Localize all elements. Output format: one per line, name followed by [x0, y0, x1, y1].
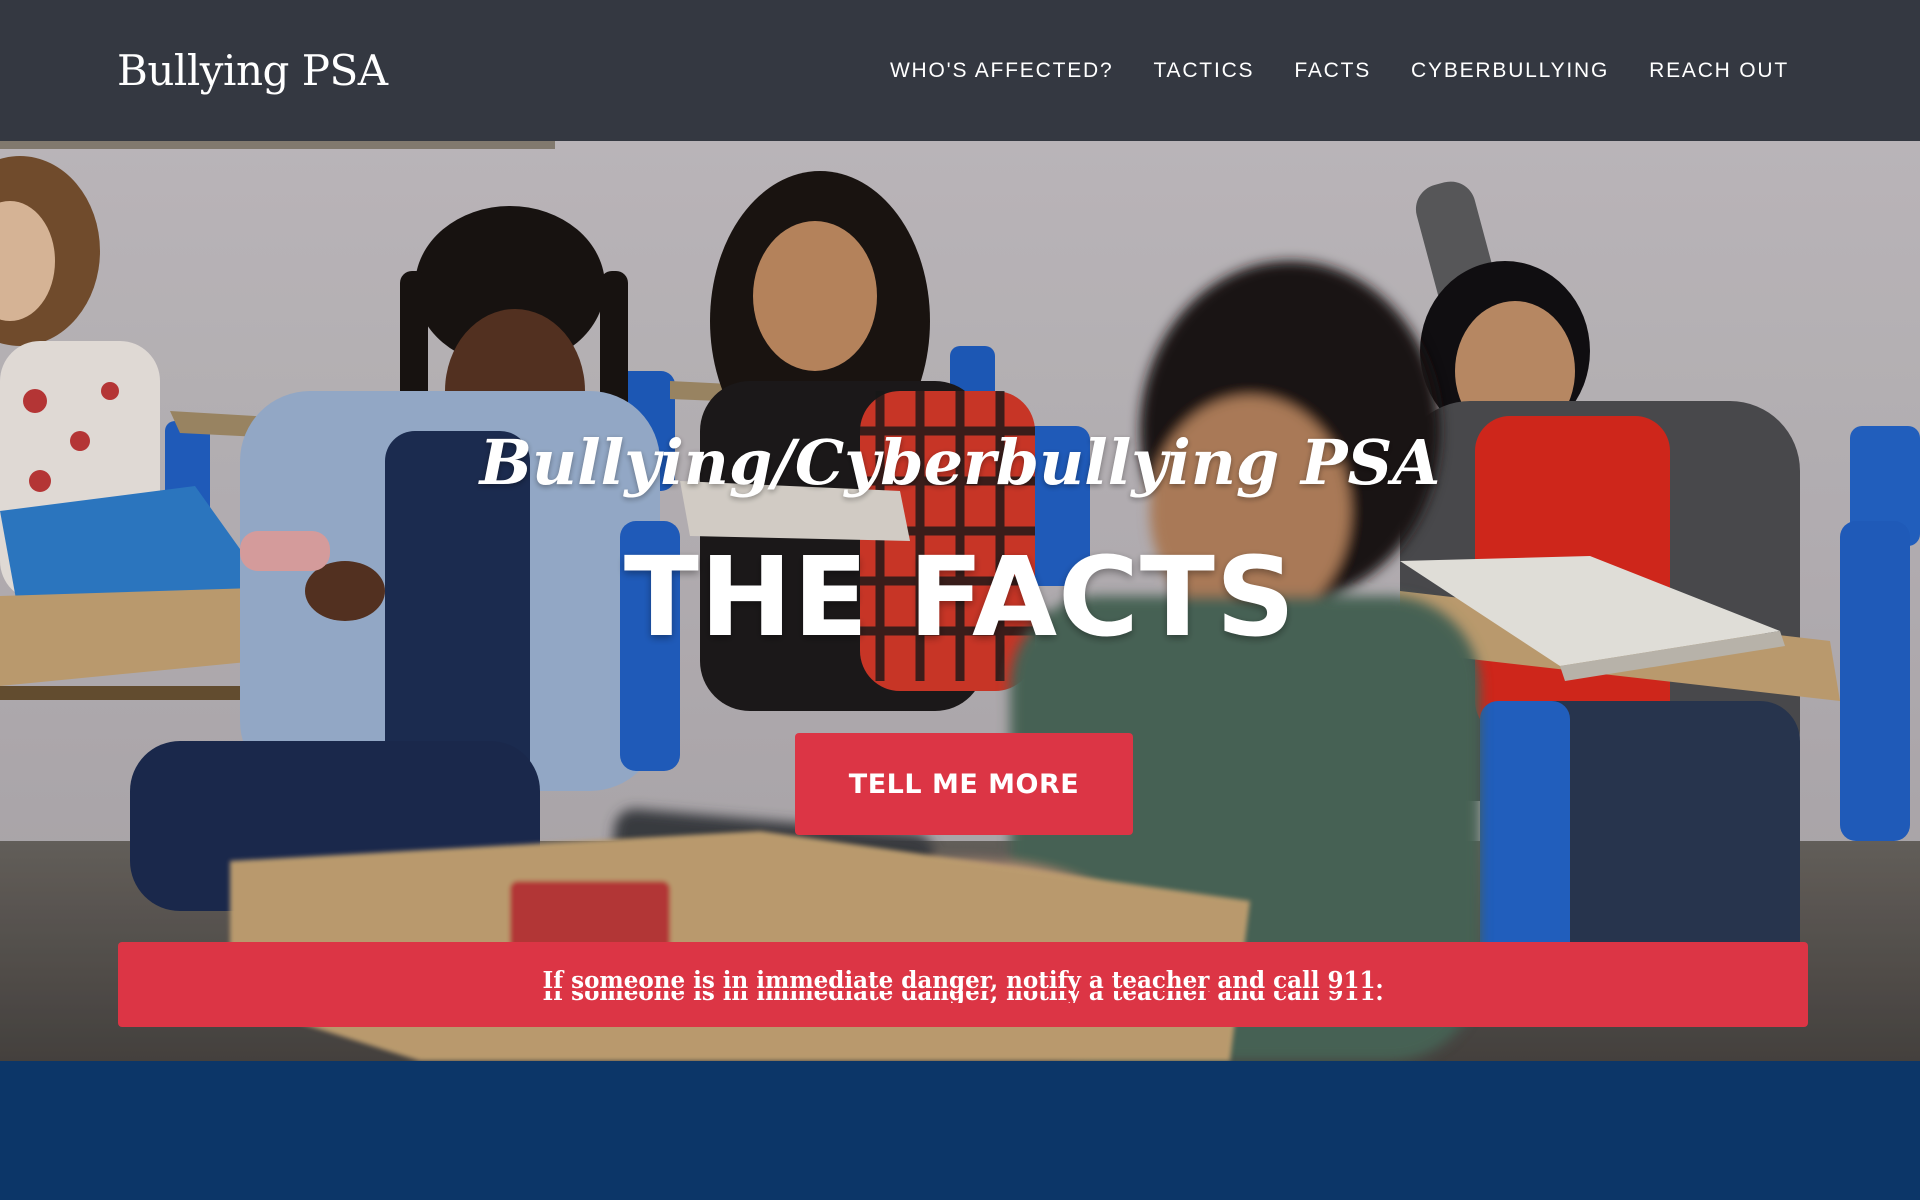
hero-section: Bullying/Cyberbullying PSA THE FACTS TEL… [0, 141, 1920, 1061]
nav-link-cyberbullying[interactable]: CYBERBULLYING [1411, 59, 1609, 82]
top-navbar: Bullying PSA WHO'S AFFECTED? TACTICS FAC… [0, 0, 1920, 141]
nav-menu: WHO'S AFFECTED? TACTICS FACTS CYBERBULLY… [850, 59, 1789, 83]
alert-text-echo-line: If someone is in immediate danger, notif… [542, 991, 1383, 1003]
next-section-band [0, 1061, 1920, 1200]
nav-link-reach-out[interactable]: REACH OUT [1649, 59, 1789, 82]
alert-text-echo: If someone is in immediate danger, notif… [118, 991, 1808, 1003]
brand-logo-link[interactable]: Bullying PSA [117, 46, 388, 95]
nav-item-whos-affected: WHO'S AFFECTED? [890, 59, 1114, 83]
nav-link-facts[interactable]: FACTS [1294, 59, 1371, 82]
nav-link-whos-affected[interactable]: WHO'S AFFECTED? [890, 59, 1114, 82]
hero-title: THE FACTS [623, 533, 1297, 661]
nav-link-tactics[interactable]: TACTICS [1153, 59, 1254, 82]
nav-item-reach-out: REACH OUT [1649, 59, 1789, 83]
nav-item-facts: FACTS [1294, 59, 1371, 83]
nav-item-cyberbullying: CYBERBULLYING [1411, 59, 1609, 83]
nav-item-tactics: TACTICS [1153, 59, 1254, 83]
tell-me-more-button[interactable]: TELL ME MORE [795, 733, 1133, 835]
hero-subtitle: Bullying/Cyberbullying PSA [479, 426, 1441, 499]
emergency-alert-banner: If someone is in immediate danger, notif… [118, 942, 1808, 1027]
alert-text: If someone is in immediate danger, notif… [542, 967, 1384, 994]
